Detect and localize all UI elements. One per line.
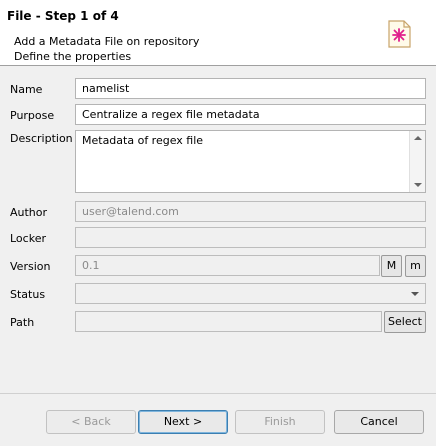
locker-label: Locker	[10, 232, 46, 245]
description-scrollbar[interactable]	[409, 131, 425, 192]
version-label: Version	[10, 260, 51, 273]
description-label: Description	[10, 132, 73, 145]
back-button[interactable]: < Back	[46, 410, 136, 434]
scroll-up-icon[interactable]	[414, 136, 422, 140]
wizard-description: Add a Metadata File on repository	[14, 35, 200, 48]
metadata-file-icon	[388, 20, 411, 48]
author-input: user@talend.com	[75, 201, 426, 222]
next-button[interactable]: Next >	[138, 410, 228, 434]
path-input	[75, 311, 382, 332]
scroll-down-icon[interactable]	[414, 183, 422, 187]
locker-input	[75, 227, 426, 248]
description-text: Metadata of regex file	[82, 134, 204, 147]
purpose-label: Purpose	[10, 109, 55, 122]
major-version-button[interactable]: M	[381, 255, 402, 277]
description-textarea[interactable]: Metadata of regex file	[75, 130, 426, 193]
finish-button[interactable]: Finish	[235, 410, 325, 434]
wizard-subdescription: Define the properties	[14, 50, 132, 63]
status-select[interactable]	[75, 283, 426, 304]
select-path-button[interactable]: Select	[384, 311, 426, 333]
chevron-down-icon[interactable]	[411, 292, 419, 296]
minor-version-button[interactable]: m	[405, 255, 426, 277]
footer-divider	[0, 393, 436, 394]
name-label: Name	[10, 83, 43, 96]
wizard-title: File - Step 1 of 4	[7, 9, 119, 23]
cancel-button[interactable]: Cancel	[334, 410, 424, 434]
version-input: 0.1	[75, 255, 380, 276]
purpose-input[interactable]: Centralize a regex file metadata	[75, 104, 426, 125]
status-label: Status	[10, 288, 46, 301]
wizard-header: File - Step 1 of 4 Add a Metadata File o…	[0, 0, 436, 66]
path-label: Path	[10, 316, 35, 329]
name-input[interactable]: namelist	[75, 78, 426, 99]
properties-form: Name namelist Purpose Centralize a regex…	[0, 67, 436, 393]
author-label: Author	[10, 206, 48, 219]
